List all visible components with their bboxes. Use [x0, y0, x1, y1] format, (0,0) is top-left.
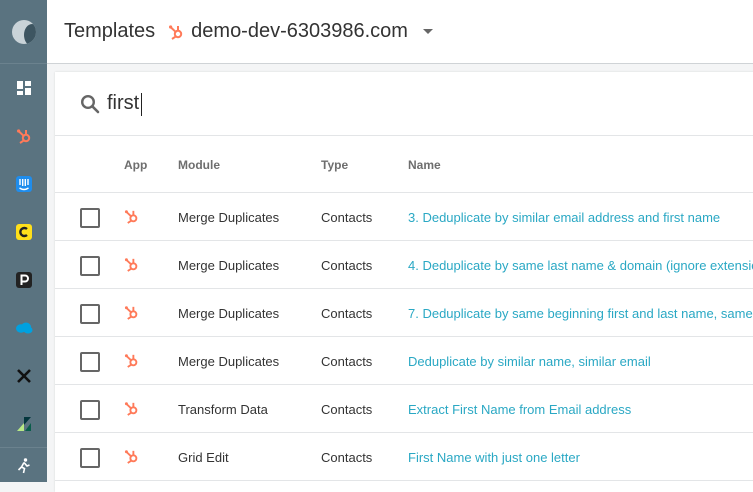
search-input[interactable]	[107, 92, 507, 115]
app-cell	[124, 352, 139, 371]
sidebar-item-dashboard[interactable]	[0, 64, 47, 112]
table-row[interactable]: Merge Duplicates Contacts 3. Deduplicate…	[55, 193, 753, 241]
template-name-link[interactable]: Deduplicate by similar name, similar ema…	[408, 354, 651, 369]
hubspot-icon	[16, 129, 30, 144]
template-name-link[interactable]: Extract First Name from Email address	[408, 402, 631, 417]
sidebar-item-salesforce[interactable]	[0, 304, 47, 352]
table-row[interactable]: Grid Edit Contacts First Name with just …	[55, 433, 753, 481]
app-cell	[124, 304, 139, 323]
hubspot-icon	[124, 450, 138, 464]
type-cell: Contacts	[321, 402, 373, 417]
module-cell: Merge Duplicates	[178, 306, 280, 321]
sidebar-item-pipedrive[interactable]	[0, 256, 47, 304]
portal-name[interactable]: demo-dev-6303986.com	[191, 20, 408, 43]
app-cell	[124, 208, 139, 227]
module-cell: Transform Data	[178, 402, 268, 417]
module-cell: Merge Duplicates	[178, 354, 280, 369]
table-row[interactable]: Merge Duplicates Contacts 4. Deduplicate…	[55, 241, 753, 289]
sidebar-divider	[0, 447, 47, 448]
module-cell: Merge Duplicates	[178, 210, 280, 225]
hubspot-icon	[124, 354, 138, 368]
column-header-app[interactable]: App	[124, 158, 147, 172]
chevron-down-icon[interactable]	[422, 29, 433, 34]
type-cell: Contacts	[321, 258, 373, 273]
column-header-module[interactable]: Module	[178, 158, 220, 172]
type-cell: Contacts	[321, 210, 373, 225]
x-icon	[16, 369, 31, 383]
type-cell: Contacts	[321, 450, 373, 465]
runner-icon	[17, 457, 30, 473]
template-name-link[interactable]: First Name with just one letter	[408, 450, 580, 465]
hubspot-icon	[124, 210, 138, 224]
row-checkbox[interactable]	[80, 304, 100, 324]
sidebar-item-mailchimp[interactable]	[0, 208, 47, 256]
hubspot-icon	[124, 258, 138, 272]
template-name-link[interactable]: 3. Deduplicate by similar email address …	[408, 210, 720, 225]
pipedrive-icon	[15, 272, 32, 288]
app-logo[interactable]	[0, 0, 47, 64]
table-row[interactable]: Transform Data Contacts Extract First Na…	[55, 385, 753, 433]
app-cell	[124, 448, 139, 467]
template-name-link[interactable]: 4. Deduplicate by same last name & domai…	[408, 258, 753, 273]
app-cell	[124, 256, 139, 275]
dashboard-icon	[16, 81, 31, 95]
hubspot-icon	[169, 25, 183, 40]
templates-panel: App Module Type Name Merge Duplicates Co…	[55, 72, 753, 492]
template-name-link[interactable]: 7. Deduplicate by same beginning first a…	[408, 306, 753, 321]
row-checkbox[interactable]	[80, 448, 100, 468]
mailchimp-icon	[15, 224, 32, 240]
module-cell: Grid Edit	[178, 450, 229, 465]
page-title: Templates	[64, 20, 156, 42]
logo-icon	[11, 19, 36, 44]
sidebar-item-x[interactable]	[0, 352, 47, 400]
hubspot-icon	[124, 402, 138, 416]
zendesk-icon	[16, 417, 31, 431]
intercom-icon	[15, 176, 32, 192]
column-header-type[interactable]: Type	[321, 158, 348, 172]
row-checkbox[interactable]	[80, 208, 100, 228]
type-cell: Contacts	[321, 354, 373, 369]
top-bar: Templates demo-dev-6303986.com	[47, 0, 753, 64]
app-cell	[124, 400, 139, 419]
column-header-name[interactable]: Name	[408, 158, 441, 172]
sidebar-item-runner[interactable]	[0, 449, 47, 482]
text-cursor	[141, 93, 142, 116]
type-cell: Contacts	[321, 306, 373, 321]
table-row[interactable]: Merge Duplicates Contacts Deduplicate by…	[55, 337, 753, 385]
row-checkbox[interactable]	[80, 256, 100, 276]
table-row[interactable]: Merge Duplicates Contacts 7. Deduplicate…	[55, 289, 753, 337]
table-header: App Module Type Name	[55, 136, 753, 193]
module-cell: Merge Duplicates	[178, 258, 280, 273]
row-checkbox[interactable]	[80, 400, 100, 420]
salesforce-icon	[15, 322, 32, 334]
row-checkbox[interactable]	[80, 352, 100, 372]
sidebar	[0, 0, 47, 482]
sidebar-item-intercom[interactable]	[0, 160, 47, 208]
sidebar-item-zendesk[interactable]	[0, 400, 47, 448]
search-icon	[80, 94, 100, 113]
sidebar-item-hubspot[interactable]	[0, 112, 47, 160]
portal-selector[interactable]	[168, 23, 184, 40]
hubspot-icon	[124, 306, 138, 320]
search-bar	[55, 72, 753, 136]
